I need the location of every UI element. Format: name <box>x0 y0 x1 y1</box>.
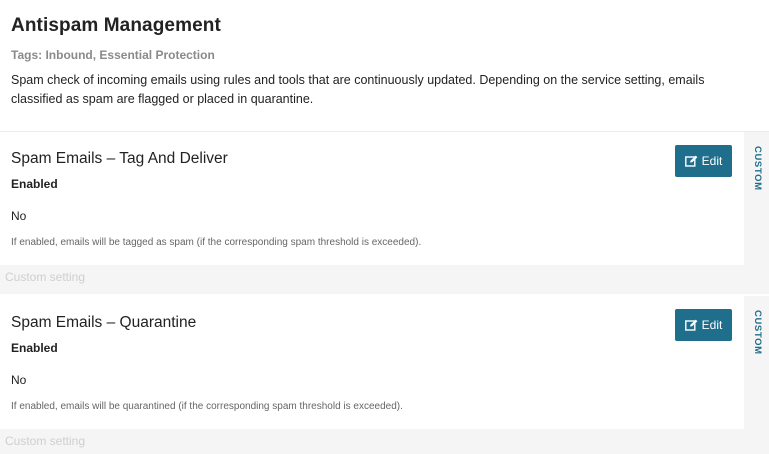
setting-card: Spam Emails – Quarantine Enabled No If e… <box>0 296 744 429</box>
custom-badge: CUSTOM <box>752 310 763 355</box>
edit-icon <box>684 155 698 167</box>
setting-title: Spam Emails – Tag And Deliver <box>11 150 228 167</box>
setting-panel-quarantine: Spam Emails – Quarantine Enabled No If e… <box>0 296 769 454</box>
setting-card: Spam Emails – Tag And Deliver Enabled No… <box>0 132 744 265</box>
enabled-label: Enabled <box>11 341 58 355</box>
custom-badge: CUSTOM <box>752 146 763 191</box>
page-header: Antispam Management Tags: Inbound, Essen… <box>0 0 769 109</box>
enabled-label: Enabled <box>11 177 58 191</box>
edit-button[interactable]: Edit <box>675 309 732 341</box>
setting-panel-tag-and-deliver: Spam Emails – Tag And Deliver Enabled No… <box>0 132 769 294</box>
custom-setting-note: Custom setting <box>5 270 86 284</box>
edit-button-label: Edit <box>701 318 723 332</box>
enabled-value: No <box>11 209 27 223</box>
edit-icon <box>684 319 698 331</box>
setting-help-text: If enabled, emails will be quarantined (… <box>11 401 403 412</box>
custom-setting-note: Custom setting <box>5 434 86 448</box>
page-description: Spam check of incoming emails using rule… <box>11 73 705 106</box>
setting-title: Spam Emails – Quarantine <box>11 314 197 331</box>
enabled-value: No <box>11 373 27 387</box>
page-title: Antispam Management <box>11 15 221 36</box>
edit-button-label: Edit <box>701 154 723 168</box>
edit-button[interactable]: Edit <box>675 145 732 177</box>
setting-help-text: If enabled, emails will be tagged as spa… <box>11 237 422 248</box>
page-tags: Tags: Inbound, Essential Protection <box>11 48 215 62</box>
